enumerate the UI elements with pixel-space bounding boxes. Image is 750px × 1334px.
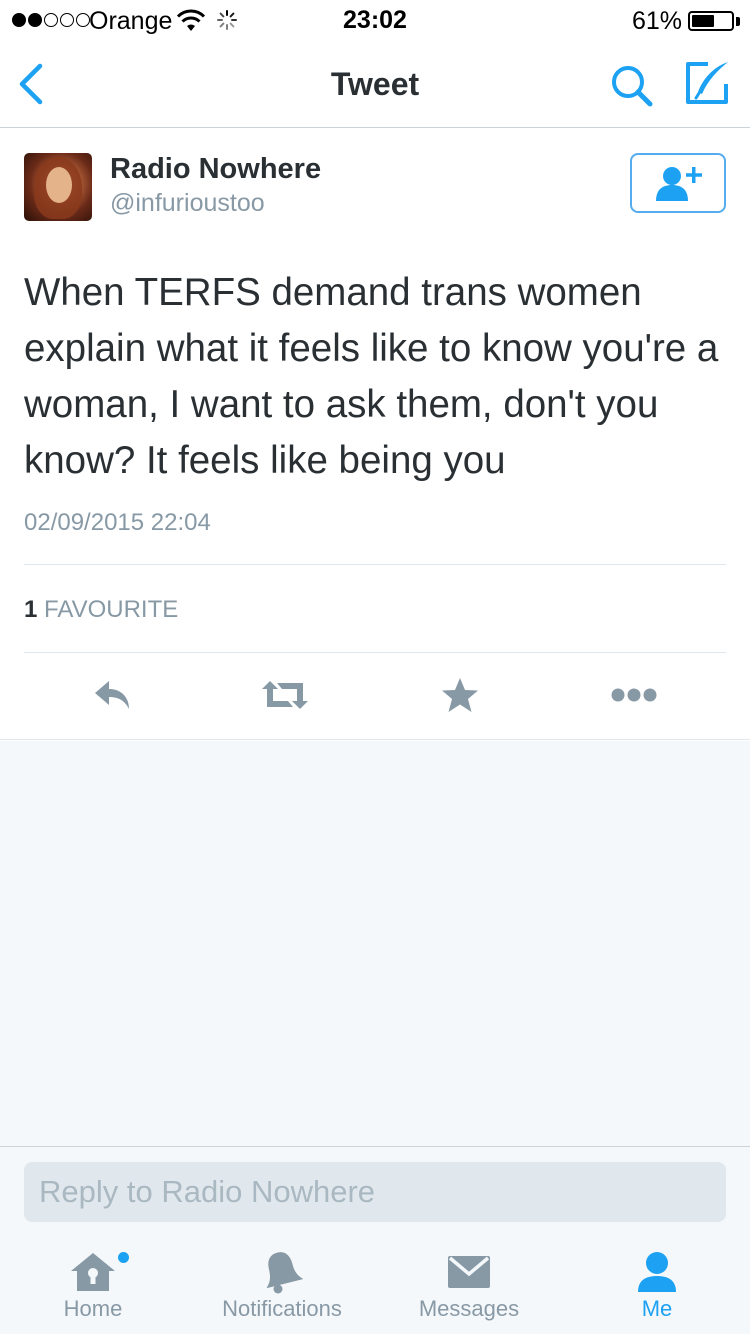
- tab-label: Notifications: [222, 1296, 342, 1321]
- follow-button[interactable]: [630, 153, 726, 213]
- bell-icon: [266, 1252, 303, 1294]
- username[interactable]: @infurioustoo: [110, 189, 265, 218]
- battery-percent: 61%: [631, 7, 682, 35]
- tab-bar: Home Notifications Messages Me: [0, 1236, 750, 1334]
- tab-messages[interactable]: Messages: [409, 1236, 529, 1334]
- battery-icon: [688, 11, 734, 31]
- envelope-icon: [448, 1256, 490, 1288]
- reply-input[interactable]: [24, 1162, 726, 1222]
- reply-button[interactable]: [88, 670, 138, 720]
- follow-user-icon: [656, 167, 702, 201]
- tab-label: Messages: [418, 1296, 520, 1321]
- favourite-count-number: 1: [24, 596, 38, 623]
- tab-me[interactable]: Me: [617, 1236, 697, 1334]
- favourite-button[interactable]: [435, 670, 485, 720]
- search-icon[interactable]: [608, 62, 656, 110]
- tweet-text: When TERFS demand trans women explain wh…: [24, 271, 719, 482]
- favourite-count-label: FAVOURITE: [44, 596, 179, 623]
- tab-notifications[interactable]: Notifications: [207, 1236, 357, 1334]
- divider: [24, 652, 726, 653]
- star-icon: [442, 678, 478, 712]
- tab-label: Me: [641, 1296, 673, 1321]
- reply-bar: [0, 1146, 750, 1236]
- tab-home[interactable]: Home: [43, 1236, 143, 1334]
- replies-area: [0, 741, 750, 1146]
- person-icon: [638, 1252, 676, 1292]
- compose-icon[interactable]: [682, 58, 732, 108]
- home-icon: [71, 1253, 115, 1291]
- favourite-count[interactable]: 1 FAVOURITE: [24, 596, 178, 624]
- notification-dot: [118, 1252, 129, 1263]
- divider: [24, 564, 726, 565]
- nav-bar: Tweet: [0, 40, 750, 128]
- more-button[interactable]: [609, 670, 659, 720]
- reply-box[interactable]: [24, 1162, 726, 1222]
- display-name[interactable]: Radio Nowhere: [110, 153, 321, 186]
- tab-label: Home: [63, 1296, 123, 1321]
- retweet-button[interactable]: [260, 670, 310, 720]
- tweet-detail: Radio Nowhere @infurioustoo When TERFS d…: [0, 129, 750, 740]
- tweet-timestamp: 02/09/2015 22:04: [24, 509, 211, 536]
- more-icon: [611, 688, 657, 702]
- reply-icon: [95, 681, 129, 709]
- retweet-icon: [262, 681, 308, 709]
- avatar[interactable]: [24, 153, 92, 221]
- status-bar: Orange 23:02 61%: [0, 0, 750, 40]
